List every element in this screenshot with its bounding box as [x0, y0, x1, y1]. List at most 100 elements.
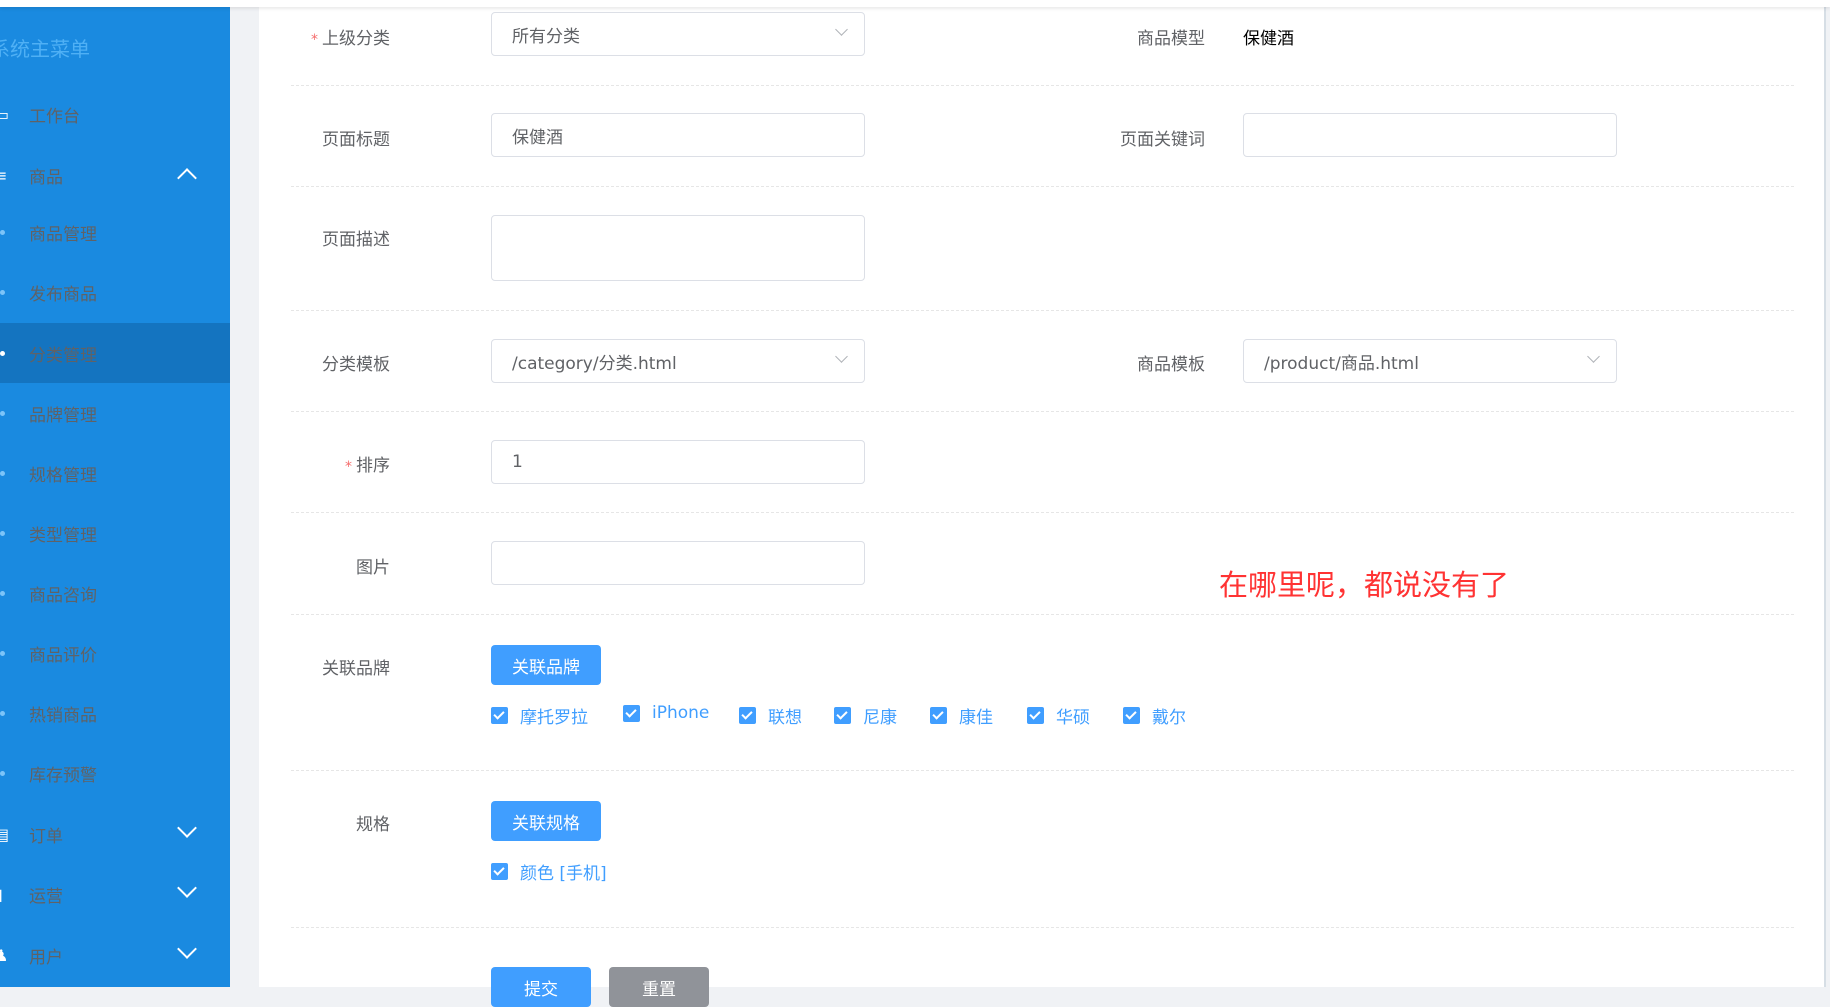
sidebar-item[interactable]: 品牌管理 [0, 383, 230, 443]
divider [291, 927, 1794, 928]
chevron-down-icon [1587, 350, 1600, 363]
checkbox-label: 摩托罗拉 [520, 708, 588, 728]
brand-checkbox[interactable]: 摩托罗拉 [491, 703, 588, 728]
checkbox-checked-icon [739, 707, 756, 724]
annotation-text: 在哪里呢，都说没有了 [1219, 568, 1510, 602]
checkbox-label: 戴尔 [1152, 708, 1186, 728]
checkbox-checked-icon [1123, 707, 1140, 724]
divider [291, 411, 1794, 412]
brand-checkbox[interactable]: 联想 [739, 703, 802, 728]
checkbox-checked-icon [834, 707, 851, 724]
top-header [0, 0, 1830, 7]
sidebar-item-label: 商品管理 [29, 224, 97, 245]
submit-button[interactable]: 提交 [491, 967, 591, 1007]
sort-input[interactable]: 1 [491, 440, 865, 484]
parent-category-select[interactable]: 所有分类 [491, 12, 865, 56]
page-title-input[interactable]: 保健酒 [491, 113, 865, 157]
divider [291, 186, 1794, 187]
sidebar-item-label: 品牌管理 [29, 405, 97, 426]
image-label: 图片 [356, 558, 390, 578]
sidebar: 系统主菜单 ▭ 工作台 ≡ 商品商品管理发布商品分类管理品牌管理规格管理类型管理商品咨… [0, 7, 230, 987]
category-template-select[interactable]: /category/分类.html [491, 339, 865, 383]
link-brands-button[interactable]: 关联品牌 [491, 645, 601, 685]
input-value: 1 [512, 452, 523, 472]
parent-category-label: * 上级分类 [190, 24, 390, 49]
brand-checkbox[interactable]: 康佳 [930, 703, 993, 728]
spec-checkbox[interactable]: 颜色 [手机] [491, 859, 607, 884]
required-mark: * [345, 459, 352, 475]
chevron-down-icon [177, 939, 197, 959]
scrollbar[interactable] [1824, 7, 1826, 987]
sidebar-item[interactable]: ♟ 用户 [0, 925, 230, 985]
divider [291, 770, 1794, 771]
sidebar-item[interactable]: 热销商品 [0, 683, 230, 743]
product-template-select[interactable]: /product/商品.html [1243, 339, 1617, 383]
category-template-label: 分类模板 [322, 355, 390, 375]
page-description-textarea[interactable] [491, 215, 865, 281]
checkbox-label: 康佳 [959, 708, 993, 728]
chevron-down-icon [835, 350, 848, 363]
sidebar-item-label: 商品 [29, 167, 63, 188]
page-description-label: 页面描述 [322, 230, 390, 250]
bullet-icon [0, 410, 5, 416]
bullet-icon [0, 650, 5, 656]
bullet-icon [0, 350, 5, 356]
select-value: /category/分类.html [512, 353, 677, 374]
sidebar-item-label: 分类管理 [29, 345, 97, 366]
image-input[interactable] [491, 541, 865, 585]
sidebar-item-label: 库存预警 [29, 765, 97, 786]
page-keywords-label: 页面关键词 [1120, 130, 1205, 150]
divider [291, 512, 1794, 513]
divider [291, 310, 1794, 311]
reset-button[interactable]: 重置 [609, 967, 709, 1007]
checkbox-label: 颜色 [手机] [520, 864, 607, 884]
chevron-down-icon [177, 878, 197, 898]
specs-label: 规格 [356, 815, 390, 835]
brand-checkbox[interactable]: iPhone [623, 703, 709, 723]
bullet-icon [0, 289, 5, 295]
brands-label: 关联品牌 [322, 659, 390, 679]
list-icon: ≡ [0, 165, 8, 185]
checkbox-checked-icon [623, 704, 640, 722]
product-template-label: 商品模板 [1137, 355, 1205, 375]
bullet-icon [0, 770, 5, 776]
dashboard-icon: ▭ [0, 104, 10, 124]
checkbox-checked-icon [1027, 707, 1044, 724]
sidebar-item[interactable]: ▮ 运营 [0, 864, 230, 924]
sidebar-item-label: 工作台 [29, 106, 80, 127]
checkbox-label: 华硕 [1056, 708, 1090, 728]
sidebar-item-label: 商品咨询 [29, 585, 97, 606]
divider [291, 85, 1794, 86]
link-specs-button[interactable]: 关联规格 [491, 801, 601, 841]
checkbox-checked-icon [930, 707, 947, 724]
brand-checkbox[interactable]: 尼康 [834, 703, 897, 728]
select-value: /product/商品.html [1264, 353, 1419, 374]
divider [291, 614, 1794, 615]
brand-checkbox[interactable]: 华硕 [1027, 703, 1090, 728]
order-icon: ▤ [0, 824, 10, 844]
bullet-icon [0, 710, 5, 716]
label-text: 上级分类 [322, 29, 390, 49]
label-text: 排序 [356, 456, 390, 476]
sidebar-title: 系统主菜单 [0, 37, 90, 61]
chart-icon: ▮ [0, 885, 6, 904]
page-keywords-input[interactable] [1243, 113, 1617, 157]
select-value: 所有分类 [512, 26, 580, 47]
sidebar-item-label: 商品评价 [29, 645, 97, 666]
sidebar-item[interactable]: 库存预警 [0, 743, 230, 803]
bullet-icon [0, 229, 5, 235]
sidebar-item[interactable]: 发布商品 [0, 262, 230, 322]
checkbox-checked-icon [491, 707, 508, 724]
sidebar-item-label: 规格管理 [29, 465, 97, 486]
sidebar-item-label: 发布商品 [29, 284, 97, 305]
sidebar-item-label: 类型管理 [29, 525, 97, 546]
checkbox-label: iPhone [652, 703, 710, 723]
sidebar-item-label: 订单 [29, 826, 63, 847]
bullet-icon [0, 530, 5, 536]
brand-checkbox[interactable]: 戴尔 [1123, 703, 1186, 728]
chevron-down-icon [835, 23, 848, 36]
sidebar-item[interactable]: ≡ 商品 [0, 145, 230, 205]
required-mark: * [311, 32, 318, 48]
user-icon: ♟ [0, 945, 9, 965]
product-model-label: 商品模型 [1137, 29, 1205, 49]
